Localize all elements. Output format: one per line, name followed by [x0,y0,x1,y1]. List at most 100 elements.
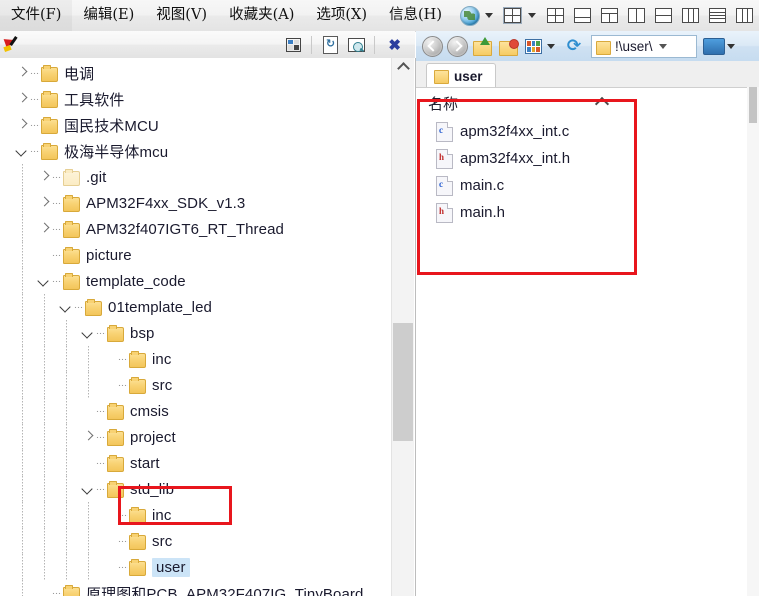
tree-guide-line [44,476,45,502]
tree-node-01template_led[interactable]: 01template_led [0,294,392,320]
tree-node-template_code[interactable]: template_code [0,268,392,294]
chevron-down-icon[interactable] [14,143,30,159]
monitor-dropdown-caret-icon[interactable] [727,43,735,49]
tree-node-[interactable]: 电调 [0,60,392,86]
quad-panel-icon[interactable] [282,34,304,56]
layout-quad-icon[interactable] [546,8,564,23]
layout-three-column-icon[interactable] [681,8,699,23]
folder-tree[interactable]: 电调工具软件 国民技术MCU 极海半导体mcu .git APM32F4xx_SDK_v… [0,58,392,596]
view-mode-dropdown-caret-icon[interactable] [547,43,555,49]
file-row[interactable]: h main.h [416,199,759,226]
tree-node-APM32F4xx_SDK_v1.3[interactable]: APM32F4xx_SDK_v1.3 [0,190,392,216]
chevron-down-icon[interactable] [36,273,52,289]
tree-connector-dots [52,592,62,594]
chevron-down-icon[interactable] [80,481,96,497]
layout-list-icon[interactable] [708,8,726,23]
file-name-label: apm32f4xx_int.c [460,123,570,140]
tree-node-label: src [152,376,173,394]
file-row[interactable]: h apm32f4xx_int.h [416,145,759,172]
sort-ascending-icon[interactable] [594,96,610,112]
layout-vertical-split-icon[interactable] [627,8,645,23]
forward-arrow-icon[interactable] [447,35,468,57]
tree-node-APM32f407IGT6_RT_Thread[interactable]: APM32f407IGT6_RT_Thread [0,216,392,242]
tree-node-src[interactable]: src [0,528,392,554]
folder-icon [106,429,124,446]
layout-bottom-split-icon[interactable] [600,8,618,23]
tree-connector-dots [118,358,128,360]
chevron-down-icon[interactable] [80,325,96,341]
tree-scroll-thumb[interactable] [393,323,413,441]
tab-strip: user [416,61,759,88]
tree-node-[interactable]: 工具软件 [0,86,392,112]
file-list-vertical-scrollbar[interactable] [747,87,759,596]
file-row[interactable]: c apm32f4xx_int.c [416,118,759,145]
chevron-up-icon[interactable] [392,58,414,76]
tree-node-picture[interactable]: picture [0,242,392,268]
address-dropdown-caret-icon[interactable] [658,43,667,49]
tree-node-project[interactable]: project [0,424,392,450]
magnifier-icon[interactable] [345,34,367,56]
layout-dropdown-caret-icon[interactable] [527,13,536,18]
tree-guide-line [88,528,89,554]
menu-help[interactable]: 信息(H) [378,0,453,31]
address-bar[interactable]: !\user\ [591,34,697,58]
column-header-name[interactable]: 名称 [428,93,458,114]
chevron-right-icon[interactable] [36,195,52,211]
menu-options[interactable]: 选项(X) [305,0,378,31]
folder-new-icon[interactable] [499,38,519,56]
back-arrow-icon[interactable] [422,35,443,57]
globe-dropdown-caret-icon[interactable] [484,13,493,18]
tree-node-PCB_APM32F407IG_TinyBoard[interactable]: 原理图和PCB_APM32F407IG_TinyBoard [0,580,392,596]
layout-top-split-icon[interactable] [573,8,591,23]
tree-node-.git[interactable]: .git [0,164,392,190]
layout-horizontal-split-icon[interactable] [654,8,672,23]
view-mode-icon[interactable] [525,38,542,54]
menu-edit[interactable]: 编辑(E) [72,0,145,31]
chevron-right-icon[interactable] [36,221,52,237]
file-row[interactable]: c main.c [416,172,759,199]
tree-node-bsp[interactable]: bsp [0,320,392,346]
tree-node-label: 原理图和PCB_APM32F407IG_TinyBoard [86,585,364,596]
menu-favorites[interactable]: 收藏夹(A) [218,0,305,31]
tab-user[interactable]: user [426,63,496,88]
globe-icon[interactable] [459,5,481,27]
tree-node-mcu[interactable]: 极海半导体mcu [0,138,392,164]
file-list-scroll-thumb[interactable] [749,87,757,123]
tree-node-cmsis[interactable]: cmsis [0,398,392,424]
menu-file[interactable]: 文件(F) [0,0,73,31]
tree-guide-line [66,346,67,372]
tree-vertical-scrollbar[interactable] [391,58,414,596]
tree-node-label: 电调 [64,65,95,83]
chevron-right-icon[interactable] [14,91,30,107]
monitor-icon[interactable] [703,37,725,55]
refresh-icon[interactable]: ⟳ [565,37,583,55]
tree-guide-line [44,450,45,476]
tree-connector-dots [96,332,106,334]
chevron-right-icon[interactable] [14,117,30,133]
page-refresh-icon[interactable]: ↻ [319,34,341,56]
tree-guide-line [22,268,23,294]
folder-icon [106,481,124,498]
tree-node-MCU[interactable]: 国民技术MCU [0,112,392,138]
close-x-icon[interactable]: ✖ [380,36,409,54]
tree-node-std_lib[interactable]: std_lib [0,476,392,502]
tree-node-inc[interactable]: inc [0,502,392,528]
chevron-down-icon[interactable] [58,299,74,315]
menu-view[interactable]: 视图(V) [145,0,218,31]
chevron-right-icon[interactable] [80,429,96,445]
file-rows[interactable]: c apm32f4xx_int.c h apm32f4xx_int.h c main.c h… [416,118,759,226]
folder-tree-panel[interactable]: 电调工具软件 国民技术MCU 极海半导体mcu .git APM32F4xx_SDK_v… [0,58,416,596]
tree-node-inc[interactable]: inc [0,346,392,372]
file-list[interactable]: 名称 c apm32f4xx_int.c h apm32f4xx_int.h c main… [416,87,759,596]
folder-up-icon[interactable] [473,36,493,56]
tree-node-start[interactable]: start [0,450,392,476]
layout-grid-icon[interactable] [502,7,522,24]
tree-guide-line [44,346,45,372]
tree-node-user[interactable]: user [0,554,392,580]
chevron-right-icon[interactable] [14,65,30,81]
tree-node-src[interactable]: src [0,372,392,398]
tree-node-label: cmsis [130,402,169,420]
folder-icon [128,507,146,524]
chevron-right-icon[interactable] [36,169,52,185]
layout-two-column-icon[interactable] [735,8,753,23]
